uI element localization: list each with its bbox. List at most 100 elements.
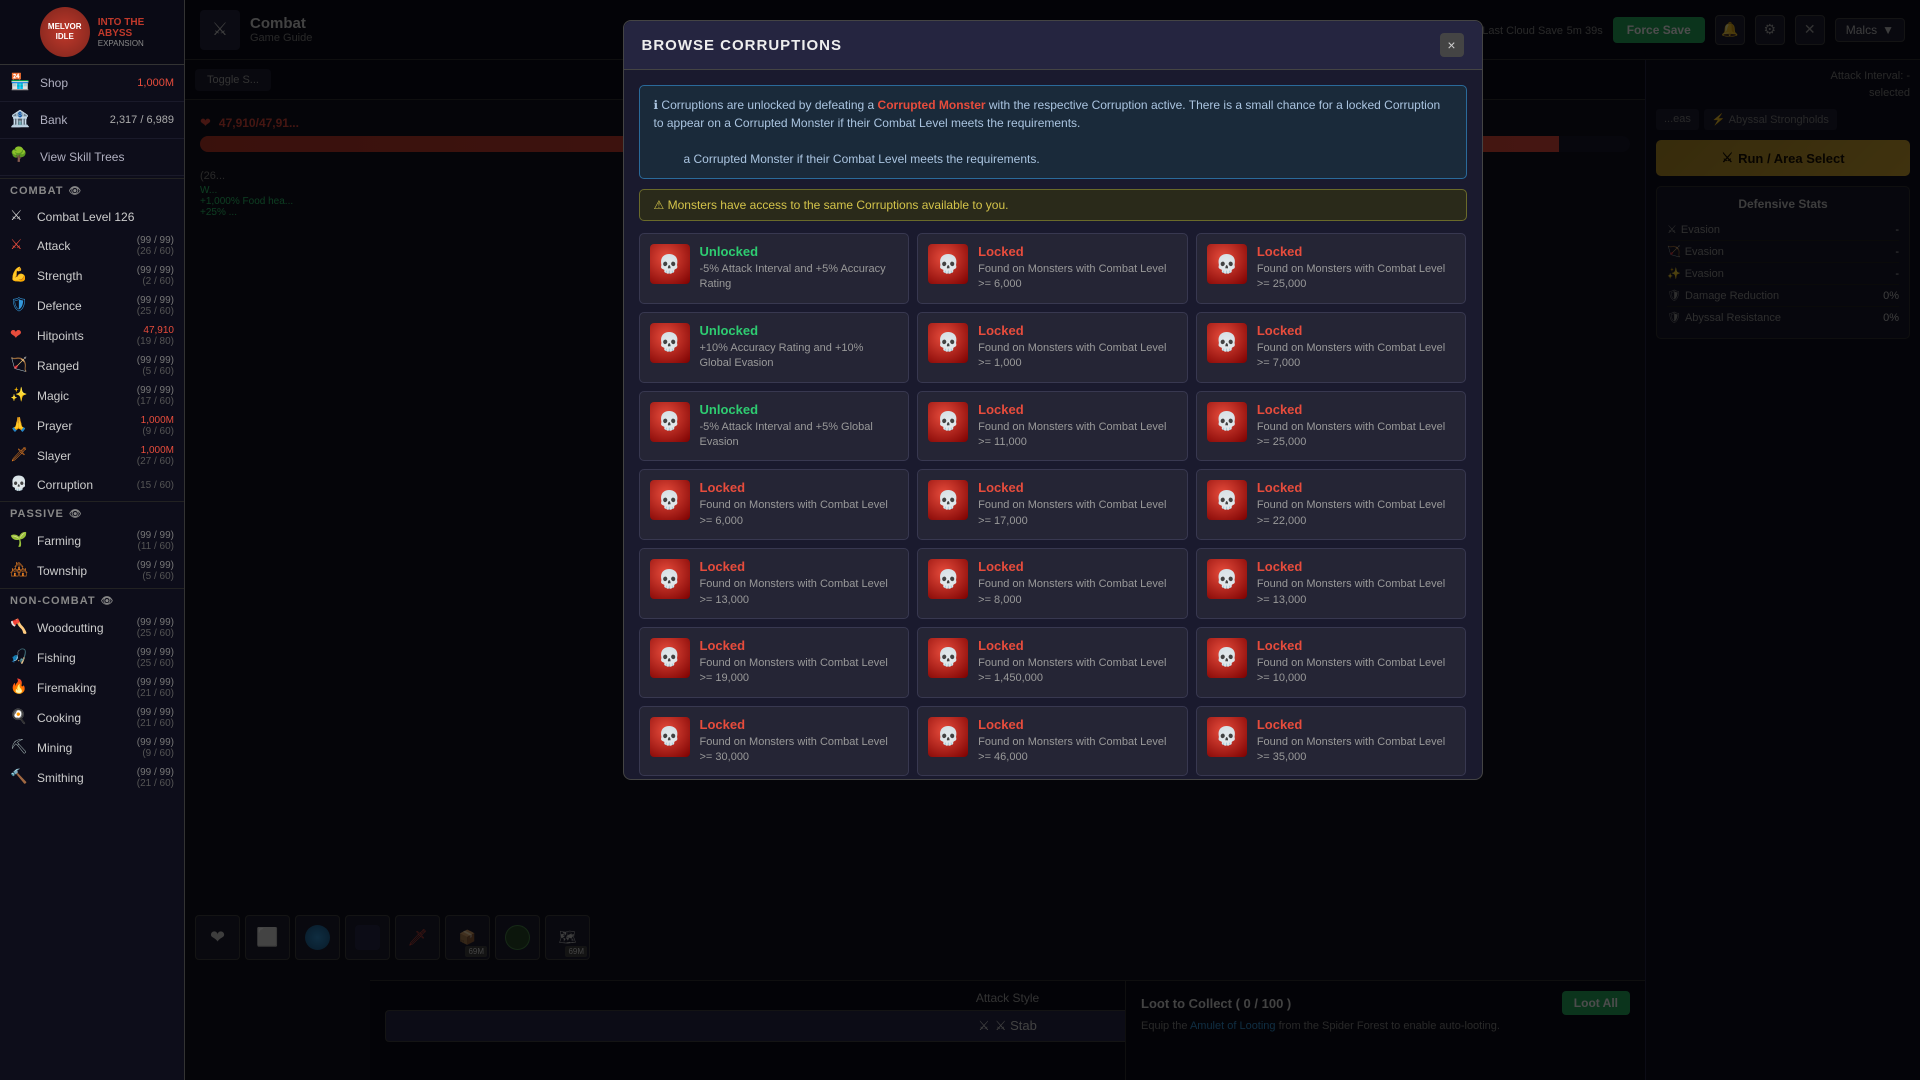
attack-levels: (99 / 99)(26 / 60) <box>137 235 174 257</box>
slayer-icon: 🗡 <box>10 446 30 466</box>
corruption-desc-20: Found on Monsters with Combat Level >= 3… <box>1257 735 1456 766</box>
corruption-image-2 <box>1207 244 1247 284</box>
corruption-card-16: LockedFound on Monsters with Combat Leve… <box>917 627 1188 698</box>
corruption-card-4: LockedFound on Monsters with Combat Leve… <box>917 312 1188 383</box>
township-icon: 🏘 <box>10 561 30 581</box>
corruption-image-0 <box>650 244 690 284</box>
corruption-card-8: LockedFound on Monsters with Combat Leve… <box>1196 391 1467 462</box>
corruption-desc-9: Found on Monsters with Combat Level >= 6… <box>700 498 899 529</box>
corruption-status-10: Locked <box>978 480 1177 495</box>
modal-close-button[interactable]: × <box>1440 33 1464 57</box>
skill-trees-icon: 🌳 <box>10 146 32 168</box>
corruption-image-3 <box>650 323 690 363</box>
sidebar-item-ranged[interactable]: 🏹 Ranged (99 / 99)(5 / 60) <box>0 351 184 381</box>
corruption-info-20: Locked Found on Monsters with Combat Leve… <box>1257 717 1456 766</box>
corruption-desc-19: Found on Monsters with Combat Level >= 4… <box>978 735 1177 766</box>
township-name: Township <box>37 564 137 578</box>
sidebar-item-hitpoints[interactable]: ❤ Hitpoints 47,910(19 / 80) <box>0 321 184 351</box>
modal-body[interactable]: ℹ Corruptions are unlocked by defeating … <box>624 70 1482 779</box>
corruption-card-15: LockedFound on Monsters with Combat Leve… <box>639 627 910 698</box>
corruption-desc-17: Found on Monsters with Combat Level >= 1… <box>1257 656 1456 687</box>
corruption-image-5 <box>1207 323 1247 363</box>
mining-icon: ⛏ <box>10 738 30 758</box>
firemaking-name: Firemaking <box>37 681 137 695</box>
sidebar-item-woodcutting[interactable]: 🪓 Woodcutting (99 / 99)(25 / 60) <box>0 613 184 643</box>
corruption-status-7: Locked <box>978 402 1177 417</box>
modal-header: BROWSE CORRUPTIONS × <box>624 21 1482 70</box>
strength-icon: 💪 <box>10 266 30 286</box>
corruption-desc-16: Found on Monsters with Combat Level >= 1… <box>978 656 1177 687</box>
corruption-status-20: Locked <box>1257 717 1456 732</box>
corruption-info-0: Unlocked -5% Attack Interval and +5% Accu… <box>700 244 899 293</box>
corruption-image-12 <box>650 559 690 599</box>
combat-section-header: COMBAT 👁 <box>0 178 184 203</box>
corruption-card-12: LockedFound on Monsters with Combat Leve… <box>639 548 910 619</box>
info-icon: ℹ <box>654 98 659 112</box>
corruption-image-20 <box>1207 717 1247 757</box>
magic-name: Magic <box>37 389 137 403</box>
corruption-image-4 <box>928 323 968 363</box>
cooking-levels: (99 / 99)(21 / 60) <box>137 707 174 729</box>
corruption-status-11: Locked <box>1257 480 1456 495</box>
cooking-name: Cooking <box>37 711 137 725</box>
browse-corruptions-modal: BROWSE CORRUPTIONS × ℹ Corruptions are u… <box>623 20 1483 780</box>
corruption-image-14 <box>1207 559 1247 599</box>
info-banner: ℹ Corruptions are unlocked by defeating … <box>639 85 1467 179</box>
woodcutting-icon: 🪓 <box>10 618 30 638</box>
corruption-card-14: Locked Found on Monsters with Combat Leve… <box>1196 548 1467 619</box>
sidebar-item-attack[interactable]: ⚔ Attack (99 / 99)(26 / 60) <box>0 231 184 261</box>
corruption-info-1: LockedFound on Monsters with Combat Leve… <box>978 244 1177 293</box>
sidebar-item-corruption[interactable]: 💀 Corruption (15 / 60) <box>0 471 184 499</box>
corruption-desc-11: Found on Monsters with Combat Level >= 2… <box>1257 498 1456 529</box>
corruption-info-13: LockedFound on Monsters with Combat Leve… <box>978 559 1177 608</box>
strength-name: Strength <box>37 269 137 283</box>
corruption-image-17 <box>1207 638 1247 678</box>
sidebar: MELVORIDLE INTO THE ABYSS EXPANSION 🏪 Sh… <box>0 0 185 1080</box>
corruption-status-3: Unlocked <box>700 323 899 338</box>
corruption-card-7: LockedFound on Monsters with Combat Leve… <box>917 391 1188 462</box>
corruption-info-15: LockedFound on Monsters with Combat Leve… <box>700 638 899 687</box>
corruption-status-5: Locked <box>1257 323 1456 338</box>
sidebar-item-firemaking[interactable]: 🔥 Firemaking (99 / 99)(21 / 60) <box>0 673 184 703</box>
corruption-desc-3: +10% Accuracy Rating and +10% Global Eva… <box>700 341 899 372</box>
sidebar-item-mining[interactable]: ⛏ Mining (99 / 99)(9 / 60) <box>0 733 184 763</box>
main-area: ⚔ Combat Game Guide Last Cloud Save 5m 3… <box>185 0 1920 1080</box>
smithing-name: Smithing <box>37 771 137 785</box>
corruption-image-16 <box>928 638 968 678</box>
corruption-desc-18: Found on Monsters with Combat Level >= 3… <box>700 735 899 766</box>
corruption-info-2: LockedFound on Monsters with Combat Leve… <box>1257 244 1456 293</box>
corruption-desc-0: -5% Attack Interval and +5% Accuracy Rat… <box>700 262 899 293</box>
warn-icon: ⚠ <box>654 198 665 212</box>
modal-overlay[interactable]: BROWSE CORRUPTIONS × ℹ Corruptions are u… <box>185 0 1920 1080</box>
sidebar-item-slayer[interactable]: 🗡 Slayer 1,000M(27 / 60) <box>0 441 184 471</box>
sidebar-item-cooking[interactable]: 🍳 Cooking (99 / 99)(21 / 60) <box>0 703 184 733</box>
corruption-info-18: LockedFound on Monsters with Combat Leve… <box>700 717 899 766</box>
corruption-info-8: LockedFound on Monsters with Combat Leve… <box>1257 402 1456 451</box>
passive-section-header: PASSIVE 👁 <box>0 501 184 526</box>
sidebar-item-shop[interactable]: 🏪 Shop 1,000M <box>0 65 184 102</box>
corruption-info-14: Locked Found on Monsters with Combat Leve… <box>1257 559 1456 608</box>
corruption-status-2: Locked <box>1257 244 1456 259</box>
corruption-card-13: LockedFound on Monsters with Combat Leve… <box>917 548 1188 619</box>
corruption-levels: (15 / 60) <box>137 480 174 491</box>
corruption-desc-5: Found on Monsters with Combat Level >= 7… <box>1257 341 1456 372</box>
attack-name: Attack <box>37 239 137 253</box>
sidebar-item-farming[interactable]: 🌱 Farming (99 / 99)(11 / 60) <box>0 526 184 556</box>
sidebar-item-defence[interactable]: 🛡 Defence (99 / 99)(25 / 60) <box>0 291 184 321</box>
corruption-info-9: LockedFound on Monsters with Combat Leve… <box>700 480 899 529</box>
sidebar-item-fishing[interactable]: 🎣 Fishing (99 / 99)(25 / 60) <box>0 643 184 673</box>
sidebar-item-prayer[interactable]: 🙏 Prayer 1,000M(9 / 60) <box>0 411 184 441</box>
sidebar-item-strength[interactable]: 💪 Strength (99 / 99)(2 / 60) <box>0 261 184 291</box>
sidebar-item-township[interactable]: 🏘 Township (99 / 99)(5 / 60) <box>0 556 184 586</box>
corruption-status-14: Locked <box>1257 559 1456 574</box>
sidebar-item-skill-trees[interactable]: 🌳 View Skill Trees <box>0 139 184 176</box>
corruption-card-3: Unlocked +10% Accuracy Rating and +10% Gl… <box>639 312 910 383</box>
sidebar-item-smithing[interactable]: 🔨 Smithing (99 / 99)(21 / 60) <box>0 763 184 793</box>
corruption-desc-10: Found on Monsters with Combat Level >= 1… <box>978 498 1177 529</box>
corruption-desc-14: Found on Monsters with Combat Level >= 1… <box>1257 577 1456 608</box>
sidebar-item-bank[interactable]: 🏦 Bank 2,317 / 6,989 <box>0 102 184 139</box>
corruption-status-0: Unlocked <box>700 244 899 259</box>
sidebar-item-magic[interactable]: ✨ Magic (99 / 99)(17 / 60) <box>0 381 184 411</box>
corruption-status-4: Locked <box>978 323 1177 338</box>
corruption-card-10: Locked Found on Monsters with Combat Leve… <box>917 469 1188 540</box>
